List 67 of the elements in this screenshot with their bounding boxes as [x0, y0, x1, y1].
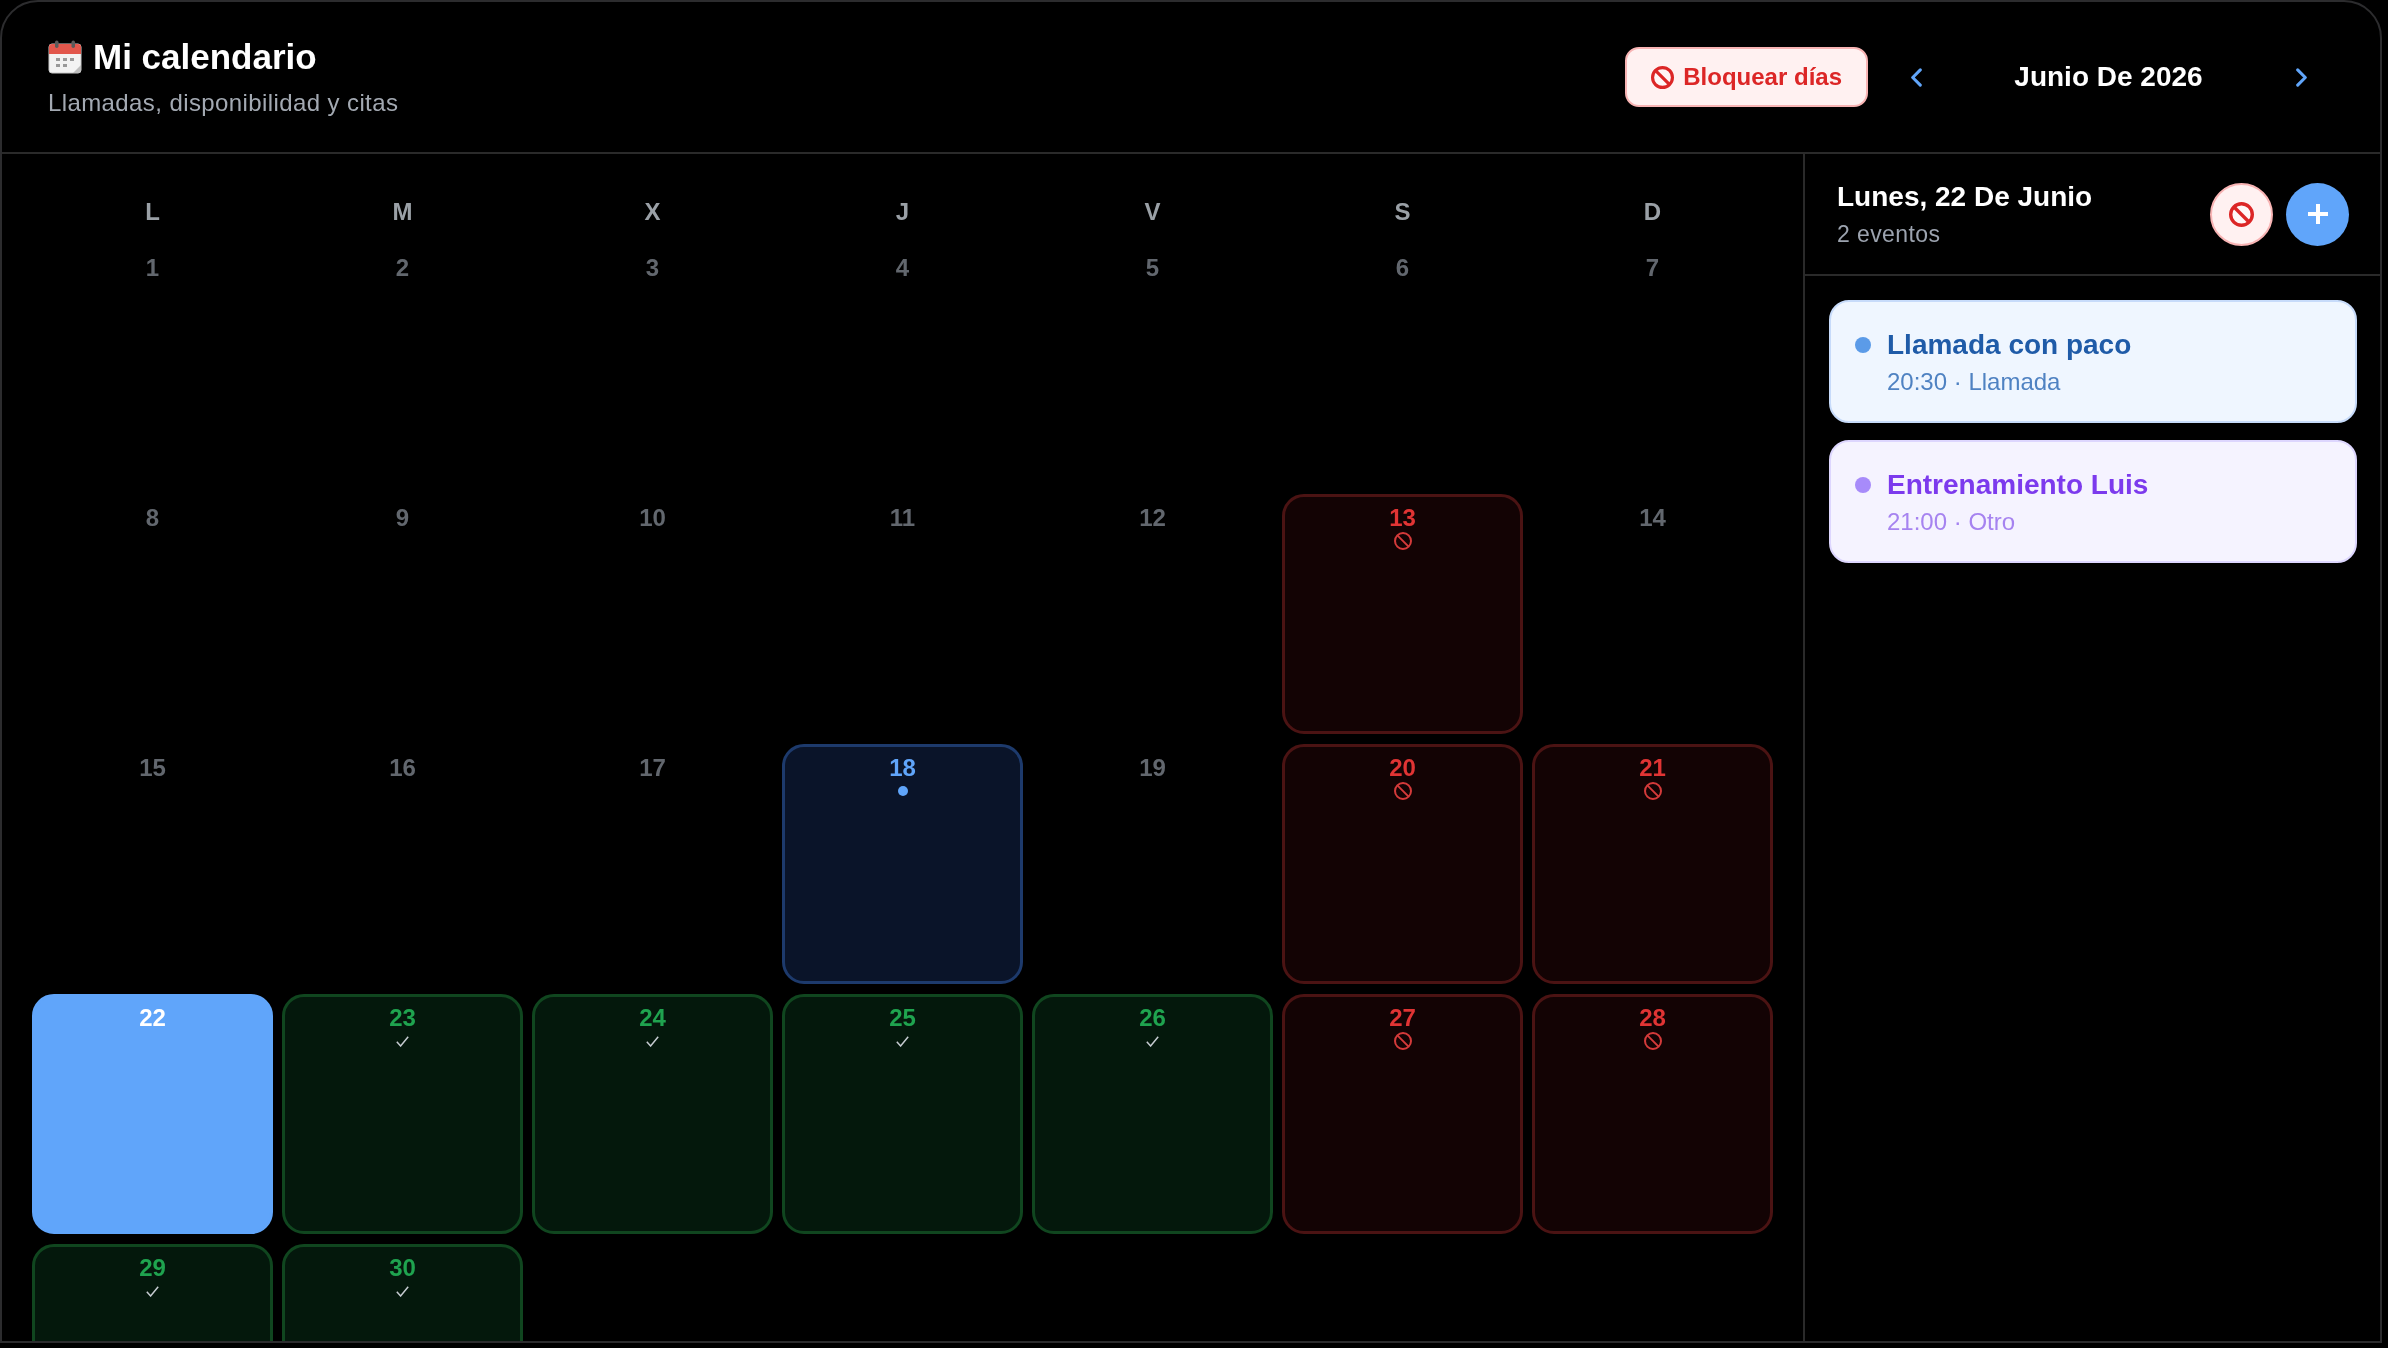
day-number[interactable]: 9: [395, 504, 410, 532]
check-icon: [396, 1035, 409, 1047]
check-icon: [146, 1285, 159, 1297]
event-title: Entrenamiento Luis: [1887, 468, 2149, 502]
day-cell[interactable]: 27: [1282, 994, 1523, 1234]
weekday-label: D: [1643, 197, 1662, 227]
event-title: Llamada con paco: [1887, 328, 2132, 362]
day-cell[interactable]: 22: [32, 994, 273, 1234]
check-icon: [1146, 1035, 1159, 1047]
weekday-label: V: [1144, 197, 1161, 227]
day-number[interactable]: 10: [639, 504, 666, 532]
weekday-label: S: [1394, 197, 1411, 227]
day-cell[interactable]: 26: [1032, 994, 1273, 1234]
block-days-button[interactable]: Bloquear días: [1625, 47, 1868, 107]
day-number[interactable]: 1: [145, 254, 160, 282]
weekday-label: J: [895, 197, 910, 227]
event-card[interactable]: Entrenamiento Luis 21:00 · Otro: [1829, 440, 2357, 563]
day-number[interactable]: 4: [895, 254, 910, 282]
day-number[interactable]: 3: [645, 254, 660, 282]
day-number[interactable]: 15: [139, 754, 166, 782]
day-number[interactable]: 11: [889, 504, 916, 532]
plus-icon: [2307, 204, 2328, 224]
day-cell[interactable]: 20: [1282, 744, 1523, 984]
day-number[interactable]: 7: [1645, 254, 1660, 282]
calendar-icon: [48, 40, 82, 74]
chevron-left-icon: [1909, 67, 1923, 87]
prohibited-icon: [1393, 1032, 1412, 1050]
day-cell[interactable]: 18: [782, 744, 1023, 984]
month-label: Junio De 2026: [2013, 60, 2204, 94]
day-cell[interactable]: 23: [282, 994, 523, 1234]
day-cell[interactable]: 28: [1532, 994, 1773, 1234]
day-number[interactable]: 14: [1639, 504, 1666, 532]
prohibited-icon: [1393, 532, 1412, 550]
day-number[interactable]: 2: [395, 254, 410, 282]
day-number[interactable]: 6: [1395, 254, 1410, 282]
chevron-right-icon: [2294, 67, 2308, 87]
event-card[interactable]: Llamada con paco 20:30 · Llamada: [1829, 300, 2357, 423]
day-number[interactable]: 19: [1139, 754, 1166, 782]
weekday-label: M: [392, 197, 413, 227]
prohibited-icon: [1393, 782, 1412, 800]
weekday-label: L: [145, 197, 160, 227]
day-cell[interactable]: 24: [532, 994, 773, 1234]
day-number[interactable]: 12: [1139, 504, 1166, 532]
prohibited-icon: [1643, 782, 1662, 800]
check-icon: [396, 1285, 409, 1297]
event-count: 2 eventos: [1837, 220, 1941, 248]
event-detail: 21:00 · Otro: [1887, 507, 2016, 537]
app-subtitle: Llamadas, disponibilidad y citas: [48, 89, 399, 117]
weekday-label: X: [644, 197, 661, 227]
day-cell[interactable]: 29: [32, 1244, 273, 1341]
prohibited-icon: [2229, 201, 2254, 227]
day-number[interactable]: 5: [1145, 254, 1160, 282]
check-icon: [646, 1035, 659, 1047]
app-title: Mi calendario: [93, 37, 317, 77]
prohibited-icon: [1651, 65, 1675, 89]
day-number[interactable]: 17: [639, 754, 666, 782]
day-cell[interactable]: 13: [1282, 494, 1523, 734]
day-cell[interactable]: 25: [782, 994, 1023, 1234]
day-number[interactable]: 16: [389, 754, 416, 782]
day-cell[interactable]: 30: [282, 1244, 523, 1341]
prohibited-icon: [1643, 1032, 1662, 1050]
check-icon: [896, 1035, 909, 1047]
event-detail: 20:30 · Llamada: [1887, 367, 2061, 397]
event-dot-icon: [897, 786, 908, 796]
day-number[interactable]: 8: [145, 504, 160, 532]
day-cell[interactable]: 21: [1532, 744, 1773, 984]
selected-date-title: Lunes, 22 De Junio: [1837, 180, 2093, 214]
